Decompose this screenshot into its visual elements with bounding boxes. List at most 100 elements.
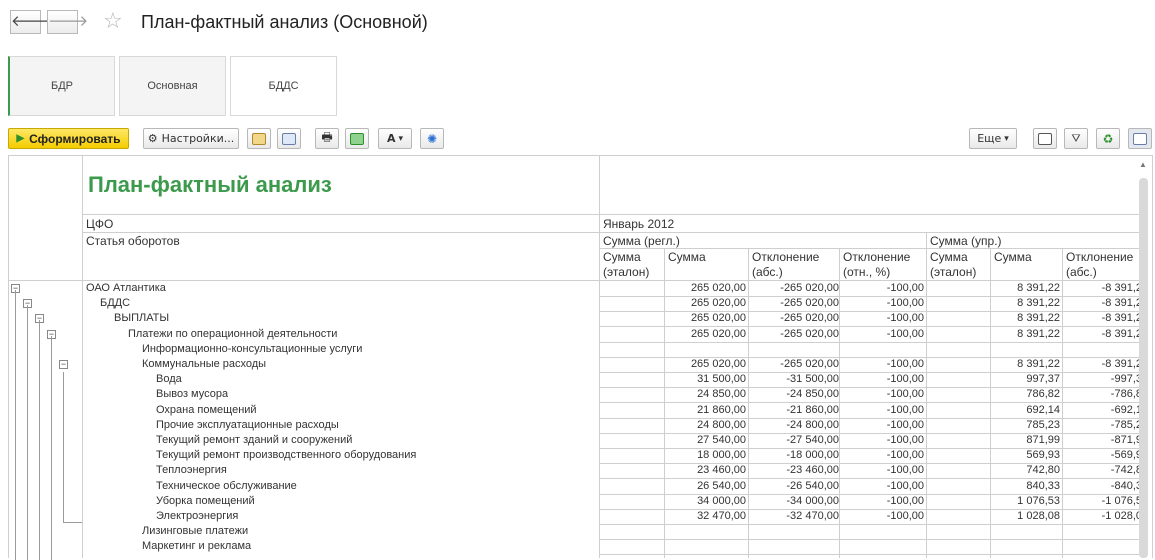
- tab-label: Основная: [147, 80, 198, 92]
- col-dev-abs-upr-header: Отклонение (абс.): [1066, 250, 1134, 279]
- more-button[interactable]: Еще ▾: [969, 128, 1017, 149]
- variant-button[interactable]: ♻: [1096, 128, 1120, 149]
- row-sum-value: 21 860,00: [697, 403, 746, 416]
- arrow-right-icon: 🡒: [48, 12, 89, 30]
- layout-button[interactable]: [1033, 128, 1057, 149]
- row-dev-abs-value: -18 000,00: [786, 449, 839, 462]
- format-dropdown-button[interactable]: A ▾: [378, 128, 412, 149]
- row-article-name: БДДС: [100, 297, 131, 310]
- row-dev-abs-value: -26 540,00: [786, 479, 839, 492]
- row-article-name: ВЫПЛАТЫ: [114, 312, 170, 325]
- table-row[interactable]: Теплоэнергия 23 460,00 -23 460,00 -100,00 74…: [83, 463, 1143, 480]
- row-dev-abs-value: [748, 539, 839, 554]
- table-row[interactable]: Техническое обслуживание 26 540,00 -26 540…: [83, 479, 1143, 495]
- row-dev-abs-upr-value: -8 391,2: [1101, 327, 1142, 340]
- row-sum-upr-value: 8 391,22: [1017, 297, 1060, 310]
- filter-button[interactable]: ⛛: [1064, 128, 1088, 149]
- table-row[interactable]: Прочие эксплуатационные расходы 24 800,00…: [83, 418, 1143, 434]
- print-preview-button[interactable]: [345, 128, 369, 149]
- row-dev-abs-upr-value: -840,3: [1110, 479, 1142, 492]
- row-article-name: Вывоз мусора: [156, 388, 229, 401]
- scroll-up-icon[interactable]: ▲: [1139, 160, 1147, 169]
- grid-line: [599, 155, 600, 281]
- tab-label: БДДС: [268, 80, 299, 92]
- row-sum-value: 23 460,00: [697, 464, 746, 477]
- row-sum-value: 265 020,00: [690, 312, 746, 325]
- row-dev-rel-value: -100,00: [886, 403, 924, 416]
- table-row[interactable]: Охрана помещений 21 860,00 -21 860,00 -100,…: [83, 403, 1143, 419]
- row-dev-rel-value: -100,00: [886, 297, 924, 310]
- group-upr-header: Сумма (упр.): [930, 234, 1002, 248]
- row-dev-abs-value: -27 540,00: [786, 434, 839, 446]
- table-row[interactable]: Информационно-консультационные услуги: [83, 342, 1143, 358]
- table-row[interactable]: Электроэнергия 32 470,00 -32 470,00 -100,00…: [83, 509, 1143, 525]
- print-green-icon: [350, 132, 364, 145]
- row-sum-upr-value: [990, 342, 1060, 357]
- row-dev-abs-upr-value: -569,9: [1110, 449, 1142, 462]
- col-dev-abs-header: Отклонение (абс.): [752, 250, 820, 279]
- row-dev-abs-value: -23 460,00: [786, 464, 839, 477]
- row-dev-rel-value: -100,00: [886, 327, 924, 340]
- row-dev-abs-upr-value: -786,8: [1110, 388, 1142, 401]
- table-row[interactable]: ОАО Атлантика 265 020,00 -265 020,00 -100,0…: [83, 281, 1143, 297]
- row-dev-rel-value: -100,00: [886, 449, 924, 462]
- row-sum-upr-value: 8 391,22: [1017, 358, 1060, 370]
- highlight-button[interactable]: ✺: [420, 128, 444, 149]
- panel-icon: [1133, 132, 1147, 145]
- row-sum-upr-value: [990, 524, 1060, 539]
- row-sum-value: [664, 539, 746, 554]
- row-sum-value: [664, 342, 746, 357]
- period-header: Январь 2012: [603, 217, 675, 231]
- row-dev-abs-value: -21 860,00: [786, 403, 839, 416]
- back-button[interactable]: 🡐: [10, 10, 51, 34]
- row-dev-rel-value: [839, 342, 924, 357]
- filter-icon: ⛛: [1071, 131, 1081, 145]
- row-dev-abs-upr-value: -785,2: [1110, 418, 1142, 431]
- row-dev-abs-upr-value: -1 028,0: [1101, 510, 1142, 522]
- row-article-name: Маркетинг и реклама: [142, 540, 252, 553]
- print-button[interactable]: 🖶: [315, 128, 339, 149]
- tab-main[interactable]: Основная: [119, 56, 226, 116]
- settings-button[interactable]: ⚙ Настройки...: [143, 128, 239, 149]
- tab-bdds[interactable]: БДДС: [230, 56, 337, 116]
- col-etalon-upr-header: Сумма (эталон): [930, 250, 977, 279]
- panel-toggle-button[interactable]: [1128, 128, 1152, 149]
- table-row[interactable]: Уборка помещений 34 000,00 -34 000,00 -100,…: [83, 494, 1143, 510]
- table-row[interactable]: БДДС 265 020,00 -265 020,00 -100,00 8 391,22…: [83, 296, 1143, 313]
- tree-connector: [15, 290, 16, 560]
- cfo-header: ЦФО: [86, 217, 114, 231]
- table-row[interactable]: Текущий ремонт производственного оборудо…: [83, 448, 1143, 465]
- row-sum-upr-value: 8 391,22: [1017, 282, 1060, 294]
- table-row[interactable]: Лизинговые платежи: [83, 524, 1143, 541]
- row-dev-abs-upr-value: -997,3: [1110, 373, 1142, 386]
- vertical-scrollbar[interactable]: [1139, 178, 1148, 558]
- forward-button[interactable]: 🡒: [47, 10, 88, 34]
- collapse-toggle-icon[interactable]: −: [59, 360, 68, 369]
- tree-connector: [63, 372, 64, 522]
- table-row[interactable]: Вода 31 500,00 -31 500,00 -100,00 997,37 -997…: [83, 372, 1143, 389]
- favorite-star-icon[interactable]: ☆: [103, 9, 123, 34]
- row-dev-abs-value: [748, 524, 839, 539]
- table-row[interactable]: Маркетинг и реклама: [83, 539, 1143, 556]
- row-dev-abs-upr-value: -8 391,2: [1101, 358, 1142, 370]
- table-row[interactable]: Текущий ремонт зданий и сооружений 27 540…: [83, 433, 1143, 449]
- row-article-name: Вода: [156, 373, 182, 386]
- chevron-down-icon: ▾: [398, 133, 404, 144]
- row-article-name: Электроэнергия: [156, 510, 239, 522]
- table-layout-icon: [1038, 132, 1052, 145]
- table-row[interactable]: Коммунальные расходы 265 020,00 -265 020,0…: [83, 357, 1143, 373]
- tab-bdr[interactable]: БДР: [8, 56, 115, 116]
- lightbulb-icon: ✺: [426, 131, 438, 146]
- row-dev-abs-upr-value: -871,9: [1110, 434, 1142, 446]
- generate-button[interactable]: ▶ Сформировать: [8, 128, 129, 149]
- table-row[interactable]: ВЫПЛАТЫ 265 020,00 -265 020,00 -100,00 8 391…: [83, 311, 1143, 328]
- load-settings-button[interactable]: [247, 128, 271, 149]
- save-settings-button[interactable]: [277, 128, 301, 149]
- table-row[interactable]: Вывоз мусора 24 850,00 -24 850,00 -100,00 78…: [83, 387, 1143, 404]
- table-row[interactable]: Платежи по операционной деятельности 265 …: [83, 327, 1143, 343]
- row-article-name: Лизинговые платежи: [142, 525, 249, 538]
- row-sum-value: 26 540,00: [697, 479, 746, 492]
- row-sum-upr-value: [990, 539, 1060, 554]
- row-sum-value: 24 800,00: [697, 418, 746, 431]
- row-dev-abs-value: [748, 342, 839, 357]
